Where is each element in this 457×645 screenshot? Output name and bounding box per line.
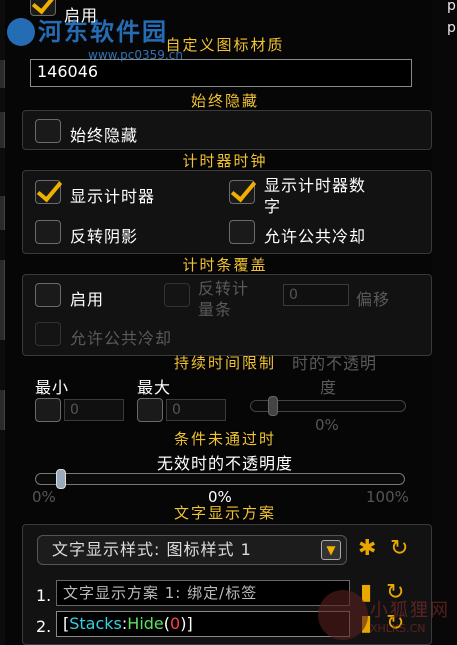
timer-bar-enabled-label: 启用 — [70, 290, 105, 309]
always-hide-header: 始终隐藏 — [190, 92, 259, 110]
material-input[interactable]: 146046 — [30, 59, 412, 87]
timer-bar-enabled-checkbox[interactable] — [35, 283, 61, 307]
left-strip-segment — [0, 60, 5, 88]
timer-bar-allow-gcd-checkbox[interactable] — [35, 322, 61, 346]
row2-index: 2. — [36, 617, 52, 636]
invalid-opacity-slider[interactable] — [35, 473, 405, 485]
always-hide-checkbox[interactable] — [35, 119, 61, 143]
always-hide-label: 始终隐藏 — [70, 126, 139, 145]
invalid-opacity-label: 无效时的不透明度 — [156, 454, 293, 473]
right-text-fragment: p — [447, 20, 456, 36]
row2-stacks-token: Stacks — [69, 614, 122, 633]
text-scheme-header: 文字显示方案 — [173, 504, 276, 522]
gear-icon[interactable]: ✱ — [358, 538, 376, 560]
min-checkbox[interactable] — [35, 398, 61, 422]
reverse-bar-checkbox[interactable] — [164, 283, 190, 307]
condition-fail-header: 条件未通过时 — [173, 430, 276, 448]
site-watermark: 河东软件园 — [38, 17, 168, 46]
min-input[interactable]: 0 — [64, 399, 124, 421]
duration-opacity-overlay-wrap: 度 — [320, 378, 338, 397]
row2-bracket-close: ] — [186, 614, 193, 633]
left-strip-segment — [0, 390, 5, 430]
min-label: 最小 — [35, 378, 70, 397]
reverse-bar-label-wrap: 量条 — [198, 300, 233, 319]
text-style-dropdown-value: 文字显示样式: 图标样式 1 — [52, 540, 252, 559]
show-timer-numbers-label-wrap: 字 — [264, 197, 282, 216]
max-checkbox[interactable] — [137, 398, 163, 422]
show-timer-checkbox[interactable] — [35, 180, 61, 204]
allow-gcd-checkbox[interactable] — [229, 220, 255, 244]
fox-watermark-text: 小狐狸网 — [370, 600, 450, 621]
invalid-opacity-slider-thumb[interactable] — [55, 469, 66, 489]
right-column — [432, 0, 457, 645]
chevron-down-icon[interactable]: ▼ — [321, 540, 341, 560]
fox-watermark-url: XHLKS.CN — [370, 622, 426, 635]
refresh-icon[interactable]: ↻ — [390, 538, 408, 560]
row1-index: 1. — [36, 586, 52, 605]
timer-bar-header: 计时条覆盖 — [182, 256, 268, 274]
duration-opacity-overlay: 时的不透明 — [292, 354, 378, 373]
duration-opacity-slider-thumb[interactable] — [267, 396, 278, 416]
max-input[interactable]: 0 — [166, 399, 226, 421]
allow-gcd-label: 允许公共冷却 — [264, 227, 367, 246]
max-label: 最大 — [137, 378, 172, 397]
offset-label: 偏移 — [356, 290, 391, 309]
row2-hide-token: Hide — [127, 614, 164, 633]
right-text-fragment: p — [447, 0, 456, 14]
left-strip-segment — [0, 196, 5, 230]
reverse-shadow-checkbox[interactable] — [35, 220, 61, 244]
reverse-shadow-label: 反转阴影 — [70, 227, 139, 246]
left-strip-segment — [0, 112, 5, 148]
row2-text-input[interactable]: [Stacks:Hide(0)] — [56, 611, 350, 637]
row1-text-scheme[interactable]: 文字显示方案 1: 绑定/标签 — [56, 580, 350, 606]
text-style-dropdown[interactable]: 文字显示样式: 图标样式 1 — [37, 535, 347, 565]
timer-clock-header: 计时器时钟 — [182, 152, 268, 170]
show-timer-numbers-checkbox[interactable] — [229, 180, 255, 204]
offset-input[interactable]: 0 — [283, 284, 349, 306]
timer-bar-allow-gcd-label: 允许公共冷却 — [70, 329, 173, 348]
left-frame-strip — [0, 0, 5, 645]
site-logo-icon — [7, 18, 35, 46]
row2-zero-token: 0 — [170, 614, 181, 633]
fox-logo-icon — [318, 590, 368, 640]
site-watermark-url: www.pc0359.cn — [88, 48, 183, 62]
show-timer-label: 显示计时器 — [70, 187, 156, 206]
left-strip-segment — [0, 260, 5, 340]
